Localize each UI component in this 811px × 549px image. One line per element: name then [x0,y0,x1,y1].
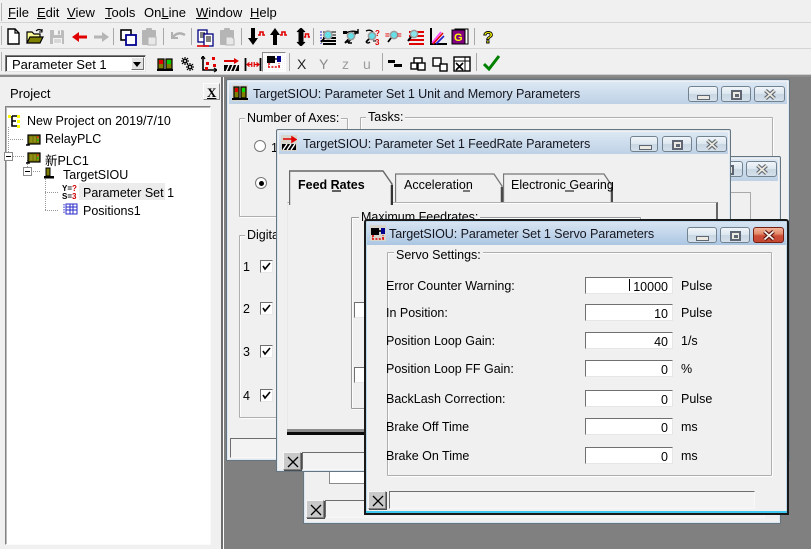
svg-text:?: ? [483,28,493,46]
svg-text:S=: S= [62,192,72,200]
svg-text:G: G [454,32,463,44]
svg-text:=: = [397,31,402,40]
svg-text:Feed Rates: Feed Rates [298,178,365,192]
svg-text:?: ? [375,29,380,38]
svg-text:Acceleration: Acceleration [404,178,473,192]
svg-text:3: 3 [72,192,77,200]
svg-text:Electronic Gearing: Electronic Gearing [511,178,613,192]
svg-text:3: 3 [375,38,380,46]
svg-text:=: = [385,31,390,40]
